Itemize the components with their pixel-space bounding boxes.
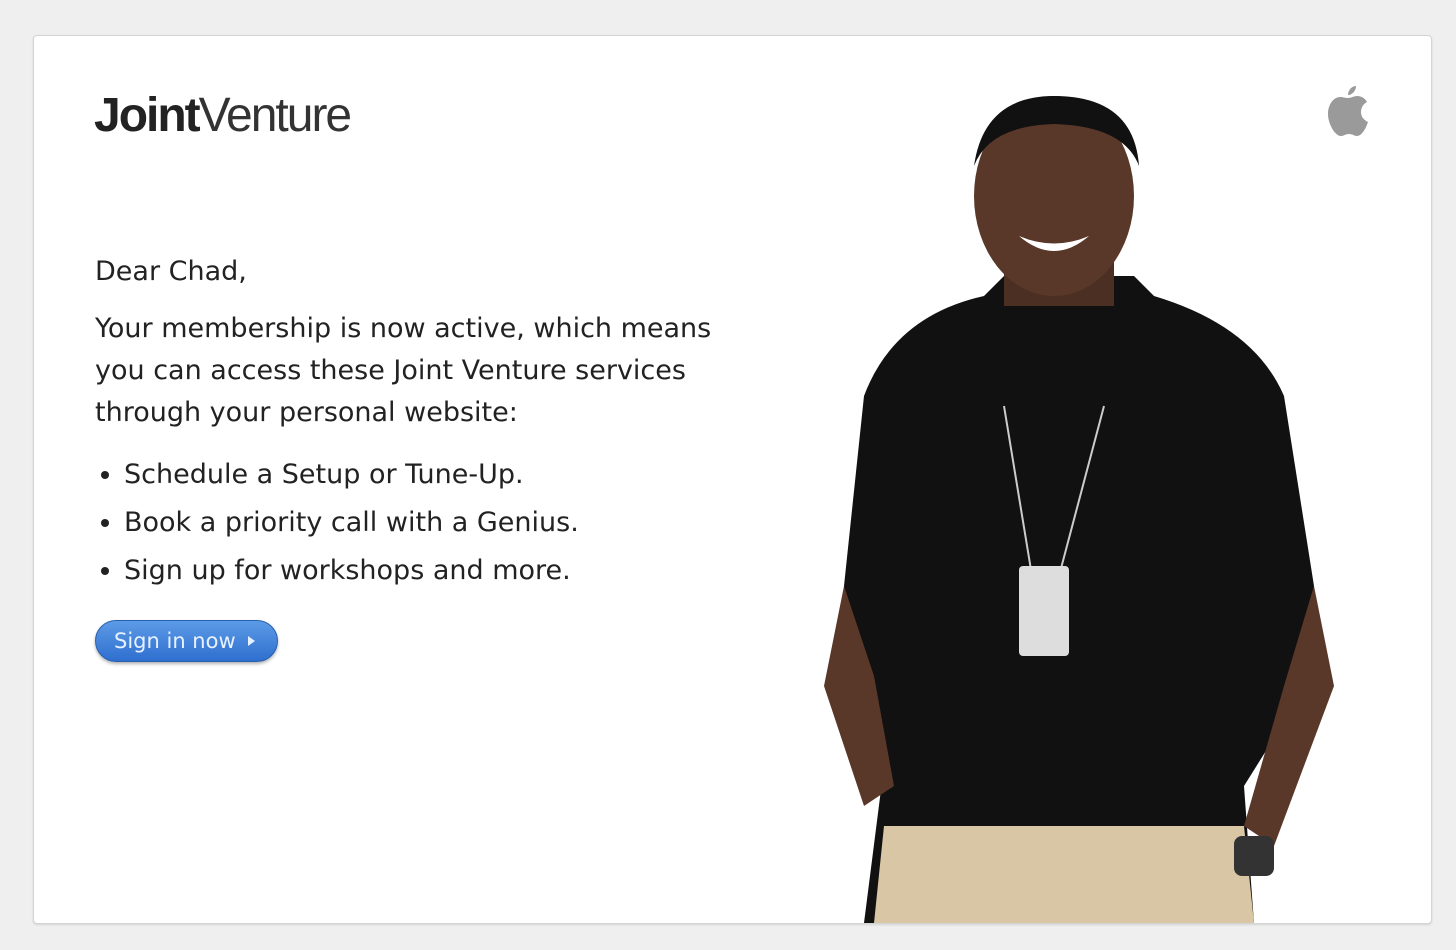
list-item: Book a priority call with a Genius. (124, 499, 579, 547)
logo-bold: Joint (94, 89, 201, 142)
sign-in-label: Sign in now (114, 629, 236, 653)
message-text: Your membership is now active, which mea… (95, 313, 712, 428)
joint-venture-logo: JointVenture (94, 88, 352, 143)
email-card: JointVenture Dear Chad, Your membership … (33, 35, 1432, 924)
sign-in-button[interactable]: Sign in now (95, 620, 278, 662)
greeting: Dear Chad, (95, 256, 247, 287)
play-arrow-icon (247, 636, 255, 646)
logo-light: Venture (198, 89, 352, 142)
list-item: Sign up for workshops and more. (124, 547, 579, 595)
list-item: Schedule a Setup or Tune-Up. (124, 451, 579, 499)
genius-employee-photo (824, 96, 1334, 923)
services-list: Schedule a Setup or Tune-Up. Book a prio… (95, 451, 579, 595)
